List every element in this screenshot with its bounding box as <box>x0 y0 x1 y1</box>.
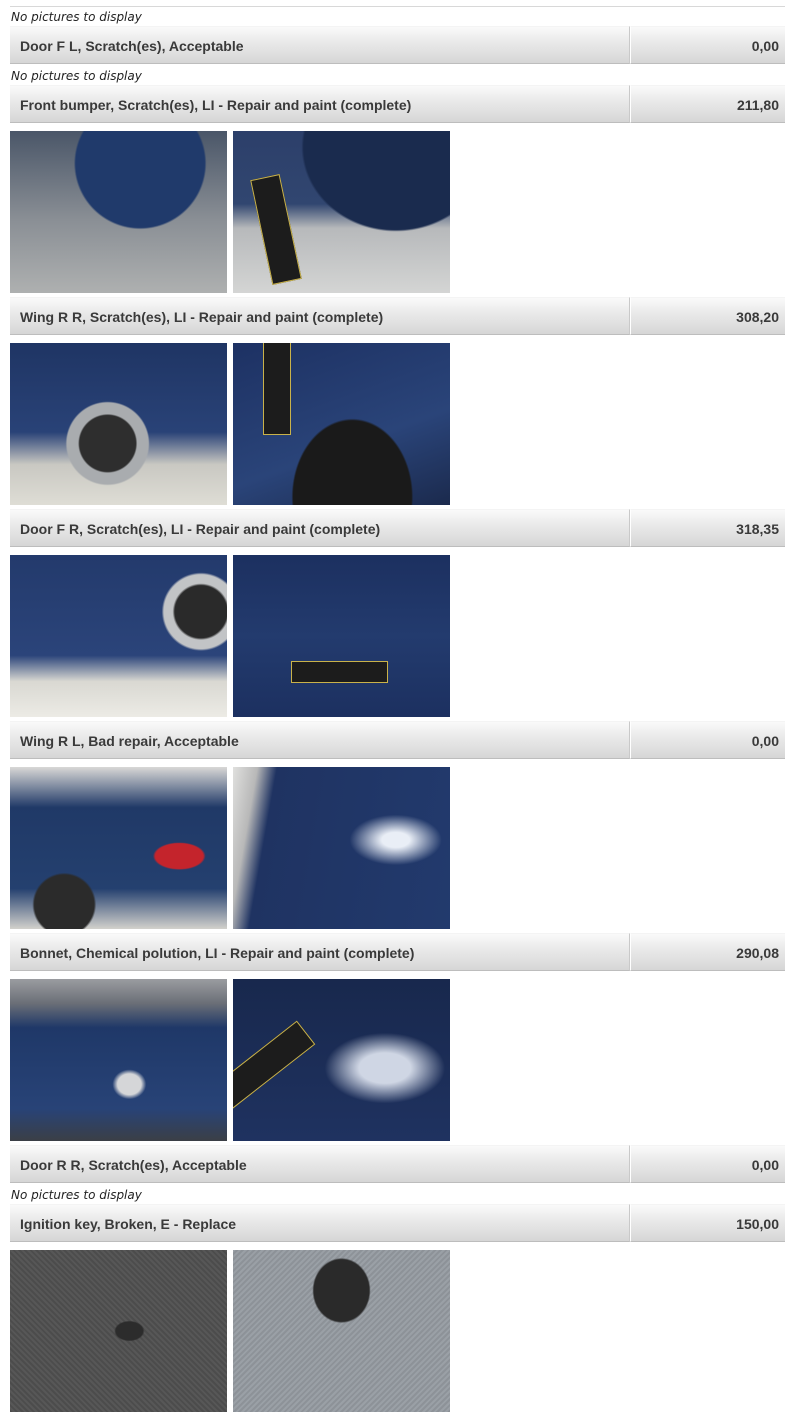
bonnet-photo-2[interactable] <box>233 979 450 1141</box>
damage-description: Wing R R, Scratch(es), LI - Repair and p… <box>10 297 630 335</box>
front-bumper-photo-2[interactable] <box>233 131 450 293</box>
picture-gallery <box>10 1250 785 1412</box>
damage-row-wing-rr: Wing R R, Scratch(es), LI - Repair and p… <box>10 297 785 337</box>
damage-description: Front bumper, Scratch(es), LI - Repair a… <box>10 85 630 123</box>
damage-amount: 0,00 <box>630 1145 785 1183</box>
front-bumper-photo-1[interactable] <box>10 131 227 293</box>
damage-amount: 308,20 <box>630 297 785 335</box>
door-fr-photo-1[interactable] <box>10 555 227 717</box>
ignition-key-photo-2[interactable] <box>233 1250 450 1412</box>
damage-description: Wing R L, Bad repair, Acceptable <box>10 721 630 759</box>
wing-rl-photo-2[interactable] <box>233 767 450 929</box>
damage-description: Door R R, Scratch(es), Acceptable <box>10 1145 630 1183</box>
damage-list: No pictures to display Door F L, Scratch… <box>10 6 785 1416</box>
no-pictures-message: No pictures to display <box>11 1188 142 1202</box>
damage-row-wing-rl: Wing R L, Bad repair, Acceptable 0,00 <box>10 721 785 761</box>
picture-gallery <box>10 767 785 929</box>
wing-rr-photo-1[interactable] <box>10 343 227 505</box>
damage-amount: 150,00 <box>630 1204 785 1242</box>
damage-amount: 0,00 <box>630 26 785 64</box>
picture-gallery <box>10 343 785 505</box>
damage-row-ignition-key: Ignition key, Broken, E - Replace 150,00 <box>10 1204 785 1244</box>
no-pictures-message: No pictures to display <box>11 69 142 83</box>
bonnet-photo-1[interactable] <box>10 979 227 1141</box>
damage-description: Door F R, Scratch(es), LI - Repair and p… <box>10 509 630 547</box>
damage-row-bonnet: Bonnet, Chemical polution, LI - Repair a… <box>10 933 785 973</box>
damage-row-door-fr: Door F R, Scratch(es), LI - Repair and p… <box>10 509 785 549</box>
damage-description: Door F L, Scratch(es), Acceptable <box>10 26 630 64</box>
damage-row-door-rr: Door R R, Scratch(es), Acceptable 0,00 <box>10 1145 785 1185</box>
wing-rr-photo-2[interactable] <box>233 343 450 505</box>
ignition-key-photo-1[interactable] <box>10 1250 227 1412</box>
damage-description: Ignition key, Broken, E - Replace <box>10 1204 630 1242</box>
top-divider <box>10 6 785 7</box>
damage-row-door-fl: Door F L, Scratch(es), Acceptable 0,00 <box>10 26 785 66</box>
picture-gallery <box>10 979 785 1141</box>
damage-amount: 0,00 <box>630 721 785 759</box>
damage-amount: 318,35 <box>630 509 785 547</box>
door-fr-photo-2[interactable] <box>233 555 450 717</box>
picture-gallery <box>10 131 785 293</box>
wing-rl-photo-1[interactable] <box>10 767 227 929</box>
damage-row-front-bumper: Front bumper, Scratch(es), LI - Repair a… <box>10 85 785 125</box>
damage-amount: 290,08 <box>630 933 785 971</box>
damage-amount: 211,80 <box>630 85 785 123</box>
damage-description: Bonnet, Chemical polution, LI - Repair a… <box>10 933 630 971</box>
no-pictures-message: No pictures to display <box>11 10 142 24</box>
picture-gallery <box>10 555 785 717</box>
